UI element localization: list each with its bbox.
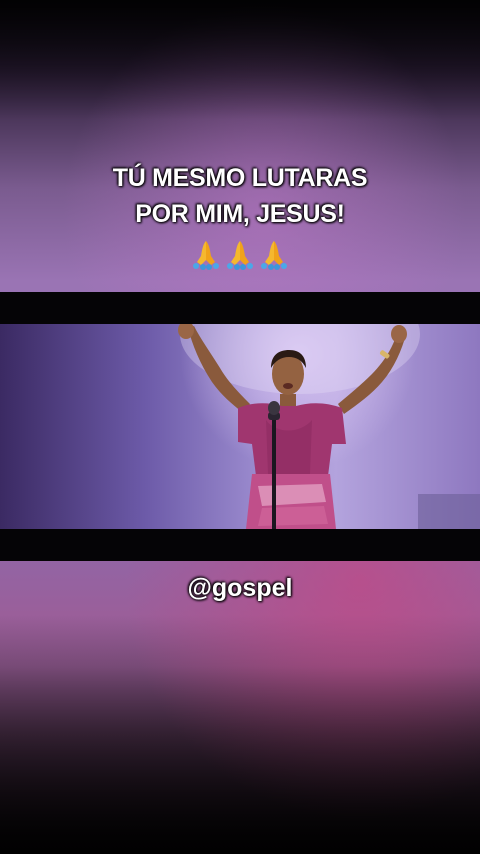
caption-line-2: POR MIM, JESUS! (135, 200, 345, 228)
singer-illustration (178, 324, 480, 529)
praying-hands-row (0, 238, 480, 270)
praying-hands-icon (227, 241, 253, 270)
video-caption: TÚ MESMO LUTARAS POR MIM, JESUS! (0, 160, 480, 232)
caption-line-1: TÚ MESMO LUTARAS (112, 164, 368, 192)
video-frame[interactable]: TÚ MESMO LUTARAS POR MIM, JESUS! @gospel (0, 0, 480, 854)
account-handle[interactable]: @gospel (0, 574, 480, 603)
praying-hands-icon (261, 241, 287, 270)
video-still[interactable] (0, 324, 480, 529)
letterbox-bottom-bar (0, 529, 480, 561)
letterbox-top-bar (0, 292, 480, 324)
praying-hands-icon (193, 241, 219, 270)
